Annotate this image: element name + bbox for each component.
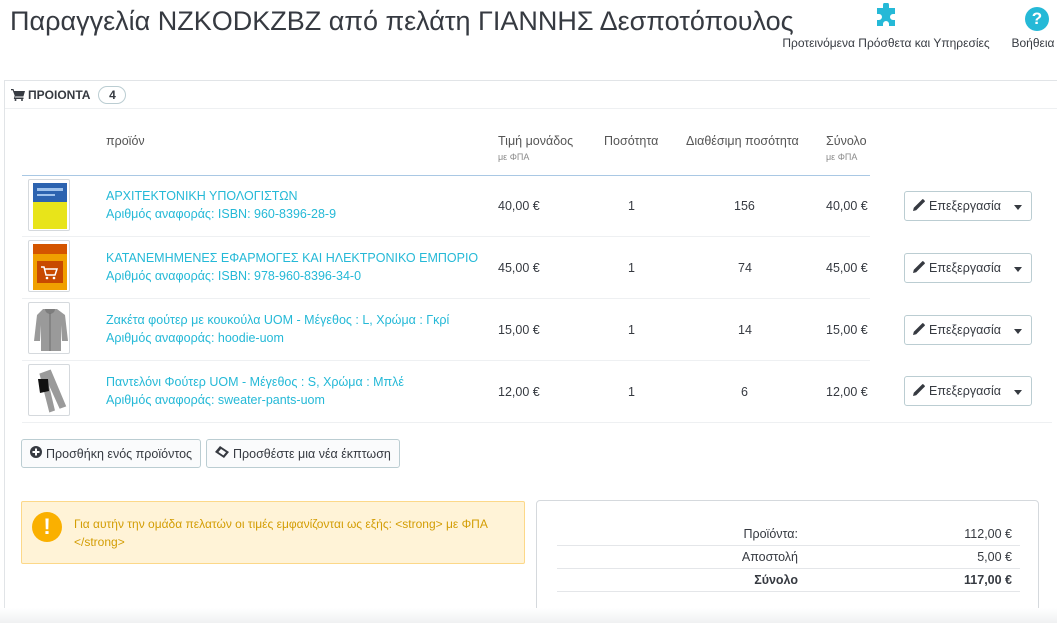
pencil-icon	[913, 322, 929, 338]
unit-price: 45,00 €	[498, 261, 540, 275]
help-label: Βοήθεια	[1011, 36, 1055, 50]
caret-down-icon	[1014, 259, 1022, 277]
products-count-badge: 4	[98, 85, 127, 104]
edit-button-label: Επεξεργασία	[929, 323, 1002, 337]
edit-dropdown-toggle[interactable]	[1005, 197, 1031, 215]
column-header-total: Σύνολο με ΦΠΑ	[826, 134, 867, 162]
edit-button[interactable]: Επεξεργασία	[905, 322, 1005, 338]
line-total: 40,00 €	[826, 199, 868, 213]
totals-products-label: Προϊόντα:	[743, 527, 798, 541]
products-panel-heading: ΠΡΟΙΟΝΤΑ 4	[5, 81, 1057, 109]
edit-button[interactable]: Επεξεργασία	[905, 198, 1005, 214]
column-header-quantity: Ποσότητα	[604, 134, 659, 148]
column-header-total-sub: με ΦΠΑ	[826, 152, 858, 162]
pencil-icon	[913, 260, 929, 276]
product-name-link[interactable]: Παντελόνι Φούτερ UOM - Μέγεθος : S, Χρώμ…	[106, 375, 404, 389]
product-thumbnail[interactable]	[28, 302, 70, 354]
price-display-alert-text: Για αυτήν την ομάδα πελατών οι τιμές εμφ…	[74, 517, 488, 549]
caret-down-icon	[1014, 382, 1022, 400]
row-divider	[22, 422, 1052, 423]
unit-price: 12,00 €	[498, 385, 540, 399]
ticket-icon	[215, 446, 233, 461]
line-total: 15,00 €	[826, 323, 868, 337]
product-name-link[interactable]: ΚΑΤΑΝΕΜΗΜΕΝΕΣ ΕΦΑΡΜΟΓΕΣ ΚΑΙ ΗΛΕΚΤΡΟΝΙΚΟ …	[106, 251, 478, 265]
product-name-link[interactable]: ΑΡΧΙΤΕΚΤΟΝΙΚΗ ΥΠΟΛΟΓΙΣΤΩΝ	[106, 189, 298, 203]
add-product-button[interactable]: Προσθήκη ενός προϊόντος	[21, 439, 202, 468]
product-reference: Αριθμός αναφοράς: ISBN: 960-8396-28-9	[106, 207, 337, 221]
totals-row-total: Σύνολο 117,00 €	[557, 569, 1020, 592]
totals-total-value: 117,00 €	[964, 573, 1012, 587]
unit-price: 40,00 €	[498, 199, 540, 213]
product-thumbnail[interactable]	[28, 179, 70, 231]
product-thumbnail[interactable]	[28, 364, 70, 416]
column-header-unit-price: Τιμή μονάδος με ΦΠΑ	[498, 134, 573, 162]
help-icon: ?	[1025, 7, 1049, 31]
available-quantity: 6	[741, 385, 748, 399]
help-button[interactable]: ? Βοήθεια	[1006, 4, 1057, 50]
totals-products-value: 112,00 €	[964, 527, 1012, 541]
caret-down-icon	[1014, 321, 1022, 339]
edit-button-label: Επεξεργασία	[929, 384, 1002, 398]
quantity: 1	[628, 199, 635, 213]
table-header-divider	[22, 175, 870, 176]
row-divider	[22, 236, 870, 237]
quantity: 1	[628, 323, 635, 337]
edit-button-group: Επεξεργασία	[904, 376, 1032, 406]
product-name-link[interactable]: Ζακέτα φούτερ με κουκούλα UOM - Μέγεθος …	[106, 313, 449, 327]
puzzle-icon	[872, 1, 900, 36]
product-thumbnail[interactable]	[28, 240, 70, 292]
plus-circle-icon	[30, 446, 46, 461]
add-discount-label: Προσθέστε μια νέα έκπτωση	[233, 446, 391, 461]
product-reference: Αριθμός αναφοράς: hoodie-uom	[106, 331, 284, 345]
edit-dropdown-toggle[interactable]	[1005, 382, 1031, 400]
edit-dropdown-toggle[interactable]	[1005, 321, 1031, 339]
edit-button-group: Επεξεργασία	[904, 315, 1032, 345]
available-quantity: 74	[738, 261, 752, 275]
row-divider	[22, 298, 870, 299]
available-quantity: 156	[734, 199, 755, 213]
pencil-icon	[913, 383, 929, 399]
page-bottom-edge	[0, 608, 1057, 623]
exclamation-icon: !	[32, 512, 62, 542]
edit-button-label: Επεξεργασία	[929, 261, 1002, 275]
add-discount-button[interactable]: Προσθέστε μια νέα έκπτωση	[206, 439, 400, 468]
column-header-unit-price-sub: με ΦΠΑ	[498, 152, 530, 162]
row-divider	[22, 360, 870, 361]
product-reference: Αριθμός αναφοράς: ISBN: 978-960-8396-34-…	[106, 269, 362, 283]
totals-row-shipping: Αποστολή 5,00 €	[557, 546, 1020, 569]
edit-button-group: Επεξεργασία	[904, 253, 1032, 283]
edit-button[interactable]: Επεξεργασία	[905, 383, 1005, 399]
line-total: 45,00 €	[826, 261, 868, 275]
unit-price: 15,00 €	[498, 323, 540, 337]
available-quantity: 14	[738, 323, 752, 337]
order-totals-panel: Προϊόντα: 112,00 € Αποστολή 5,00 € Σύνολ…	[536, 500, 1039, 614]
price-display-alert: ! Για αυτήν την ομάδα πελατών οι τιμές ε…	[21, 501, 525, 564]
totals-shipping-value: 5,00 €	[977, 550, 1012, 564]
line-total: 12,00 €	[826, 385, 868, 399]
recommended-addons-button[interactable]: Προτεινόμενα Πρόσθετα και Υπηρεσίες	[776, 1, 996, 50]
quantity: 1	[628, 385, 635, 399]
column-header-available: Διαθέσιμη ποσότητα	[686, 134, 799, 148]
quantity: 1	[628, 261, 635, 275]
column-header-unit-price-label: Τιμή μονάδος	[498, 134, 574, 148]
column-header-product: προϊόν	[106, 134, 145, 148]
edit-button[interactable]: Επεξεργασία	[905, 260, 1005, 276]
products-panel-title: ΠΡΟΙΟΝΤΑ	[28, 87, 91, 102]
page-title: Παραγγελία NZKODKZBZ από πελάτη ΓΙΑΝΝΗΣ …	[10, 6, 794, 36]
totals-shipping-label: Αποστολή	[741, 550, 798, 564]
edit-dropdown-toggle[interactable]	[1005, 259, 1031, 277]
recommended-addons-label: Προτεινόμενα Πρόσθετα και Υπηρεσίες	[782, 36, 990, 50]
add-product-label: Προσθήκη ενός προϊόντος	[46, 446, 193, 461]
totals-total-label: Σύνολο	[754, 573, 798, 587]
pencil-icon	[913, 198, 929, 214]
caret-down-icon	[1014, 197, 1022, 215]
totals-row-products: Προϊόντα: 112,00 €	[557, 523, 1020, 546]
product-reference: Αριθμός αναφοράς: sweater-pants-uom	[106, 393, 325, 407]
edit-button-label: Επεξεργασία	[929, 199, 1002, 213]
column-header-total-label: Σύνολο	[826, 134, 867, 148]
edit-button-group: Επεξεργασία	[904, 191, 1032, 221]
cart-icon	[11, 88, 25, 101]
